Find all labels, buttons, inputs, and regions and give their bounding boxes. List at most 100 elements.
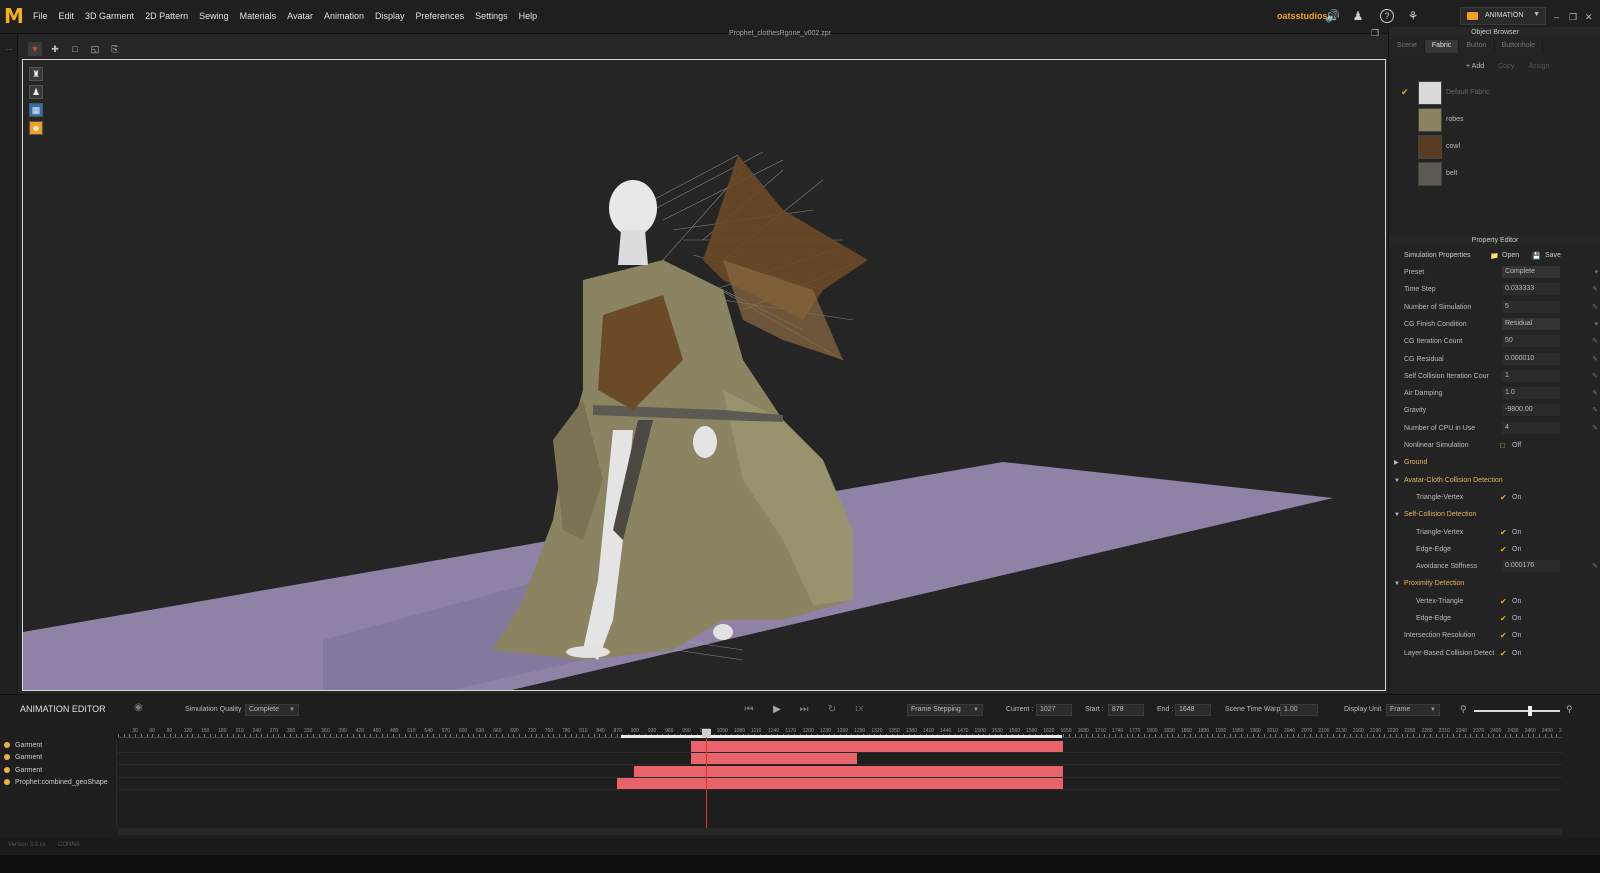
menu-settings[interactable]: Settings [475, 11, 508, 21]
edit-icon[interactable]: ✎ [1592, 368, 1598, 385]
edit-icon[interactable]: ✎ [1592, 299, 1598, 316]
track-label[interactable]: Garment [4, 765, 42, 777]
prop-input[interactable]: -9800.00 [1502, 404, 1560, 417]
garment-icon[interactable]: ♜ [29, 67, 43, 81]
fabric-item[interactable]: ✔ Default Fabric [1398, 80, 1588, 106]
3d-viewport[interactable] [22, 59, 1386, 691]
checkbox[interactable]: ✔ [1500, 627, 1507, 644]
zoom-out-icon[interactable]: ⚲ [1460, 704, 1467, 715]
prop-input[interactable]: 5 [1502, 300, 1560, 313]
loop-icon[interactable]: ↻ [825, 703, 839, 717]
edit-icon[interactable]: ✎ [1592, 385, 1598, 402]
fabric-item[interactable]: robes [1398, 107, 1588, 133]
section-avatar-cloth-collision-detection[interactable]: ▼ Avatar-Cloth Collision Detection [1394, 472, 1596, 489]
fabric-item[interactable]: cowl [1398, 134, 1588, 160]
track-bar[interactable] [691, 753, 858, 765]
track-bar[interactable] [616, 777, 1064, 789]
zoom-slider[interactable] [1474, 710, 1560, 712]
track-label[interactable]: Garment [4, 752, 42, 764]
track-bar[interactable] [691, 741, 1064, 752]
simulation-quality-select[interactable]: Complete ▼ [245, 704, 299, 716]
menu-sewing[interactable]: Sewing [199, 11, 229, 21]
fabric-item[interactable]: belt [1398, 161, 1588, 187]
checkbox[interactable]: ✔ [1500, 593, 1507, 610]
restore-icon[interactable]: ❐ [1569, 12, 1577, 23]
stepping-select[interactable]: Frame Stepping ▼ [907, 704, 983, 716]
play-range-bar[interactable] [621, 735, 1063, 738]
tab-fabric[interactable]: Fabric [1424, 40, 1460, 53]
mode-selector[interactable]: ANIMATION ▼ [1460, 7, 1546, 25]
edit-icon[interactable]: ✎ [1592, 402, 1598, 419]
menu-3d-garment[interactable]: 3D Garment [85, 11, 134, 21]
section-proximity-detection[interactable]: ▼ Proximity Detection [1394, 575, 1596, 592]
assign-button[interactable]: Assign [1528, 63, 1549, 70]
save-icon[interactable]: 💾 [1532, 252, 1541, 260]
avatar-icon[interactable]: ♟ [29, 85, 43, 99]
tab-buttonhole[interactable]: Buttonhole [1494, 40, 1544, 53]
menu-materials[interactable]: Materials [240, 11, 277, 21]
simulate-icon[interactable]: ▼ [28, 42, 42, 56]
prop-input[interactable]: 4 [1502, 421, 1560, 434]
section-ground[interactable]: ▶ Ground [1394, 454, 1596, 471]
texture-icon[interactable]: ▦ [29, 103, 43, 117]
zoom-slider-handle[interactable] [1528, 706, 1532, 716]
help-icon[interactable]: ? [1380, 9, 1394, 23]
menu-preferences[interactable]: Preferences [416, 11, 465, 21]
play-icon[interactable]: ▶ [770, 703, 784, 717]
minimize-icon[interactable]: – [1554, 12, 1559, 22]
track-label[interactable]: Garment [4, 740, 42, 752]
skin-icon[interactable]: ☻ [29, 121, 43, 135]
close-icon[interactable]: ✕ [1585, 12, 1593, 23]
menu-avatar[interactable]: Avatar [287, 11, 313, 21]
playhead[interactable] [706, 731, 708, 828]
tab-scene[interactable]: Scene [1390, 40, 1425, 53]
menu-animation[interactable]: Animation [324, 11, 364, 21]
scene-time-warp-input[interactable]: 1.00 [1280, 704, 1318, 716]
save-button[interactable]: Save [1545, 252, 1561, 259]
skip-end-icon[interactable]: ⏭ [797, 703, 811, 717]
edit-icon[interactable]: ✎ [1592, 281, 1598, 298]
maximize-icon[interactable]: ❐ [1371, 28, 1379, 39]
checkbox[interactable]: ✔ [1500, 541, 1507, 558]
track-bar[interactable] [633, 765, 1064, 777]
speaker-icon[interactable]: 🔊 [1325, 9, 1340, 23]
edit-icon[interactable]: ✎ [1592, 558, 1598, 575]
checkbox[interactable]: ✔ [1500, 645, 1507, 662]
checkbox[interactable]: □ [1500, 437, 1505, 454]
section-self-collision-detection[interactable]: ▼ Self-Collision Detection [1394, 506, 1596, 523]
track-label[interactable]: Prophet:combined_geoShape [4, 777, 108, 789]
prop-input[interactable]: 1 [1502, 369, 1560, 382]
transform-move-icon[interactable]: ✚ [48, 42, 62, 56]
start-frame-input[interactable]: 878 [1108, 704, 1144, 716]
prop-input[interactable]: 1.0 [1502, 387, 1560, 400]
zoom-in-icon[interactable]: ⚲ [1566, 704, 1573, 715]
display-unit-select[interactable]: Frame ▼ [1386, 704, 1440, 716]
pin-icon[interactable]: ⎘ [108, 42, 122, 56]
menu-help[interactable]: Help [519, 11, 538, 21]
timeline-scrollbar[interactable] [118, 828, 1562, 835]
edit-icon[interactable]: ✎ [1592, 420, 1598, 437]
scale-icon[interactable]: ◱ [88, 42, 102, 56]
menu-edit[interactable]: Edit [59, 11, 75, 21]
community-icon[interactable]: ⚘ [1406, 9, 1420, 23]
tab-button[interactable]: Button [1459, 40, 1495, 53]
add-button[interactable]: + Add [1466, 63, 1484, 70]
select-box-icon[interactable]: □ [68, 42, 82, 56]
folder-icon[interactable]: 📁 [1490, 252, 1499, 260]
prop-input[interactable]: 50 [1502, 335, 1560, 348]
record-camera-icon[interactable]: ◉ [134, 702, 156, 718]
open-button[interactable]: Open [1502, 252, 1519, 259]
prop-input[interactable]: 0.000176 [1502, 560, 1560, 573]
prop-select[interactable]: Complete [1502, 266, 1560, 278]
prop-select[interactable]: Residual [1502, 317, 1560, 330]
checkbox[interactable]: ✔ [1500, 524, 1507, 541]
menu-2d-pattern[interactable]: 2D Pattern [145, 11, 188, 21]
prop-input[interactable]: 0.000010 [1502, 352, 1560, 365]
speed-button[interactable]: 1X [852, 703, 866, 717]
current-frame-input[interactable]: 1027 [1036, 704, 1072, 716]
checkbox[interactable]: ✔ [1500, 610, 1507, 627]
prop-input[interactable]: 0.033333 [1502, 283, 1560, 296]
user-icon[interactable]: ♟ [1351, 9, 1365, 23]
edit-icon[interactable]: ✎ [1592, 333, 1598, 350]
edit-icon[interactable]: ✎ [1592, 351, 1598, 368]
